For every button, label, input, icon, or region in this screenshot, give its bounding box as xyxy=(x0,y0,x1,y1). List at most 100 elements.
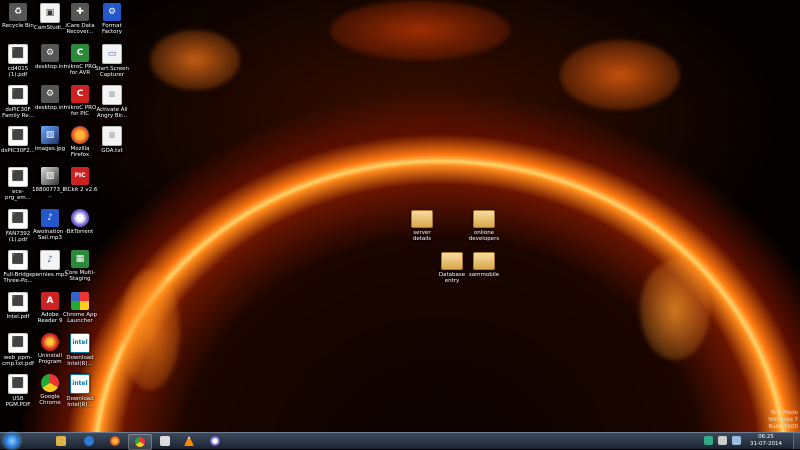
audio-file-icon: ♪ xyxy=(41,209,59,227)
desktop-icon-format-factory[interactable]: ⚙ Format Factory xyxy=(94,3,130,43)
taskbar-unknown-app[interactable] xyxy=(154,434,176,448)
ini-file-icon: ⚙ xyxy=(41,85,59,103)
network-icon[interactable] xyxy=(704,436,713,445)
icon-label: Recycle Bin xyxy=(2,23,34,29)
desktop-icon-fan7392[interactable]: ⬛ FAN7392 (1).pdf xyxy=(0,209,36,249)
clock-date: 31-07-2014 xyxy=(750,440,782,447)
desktop-icon-dspic30f-family[interactable]: ⬛ dsPIC30F Family Re... xyxy=(0,85,36,125)
desktop-icon-download-intel-2[interactable]: intel Download Intel(R)... xyxy=(62,374,98,414)
desktop-icon-mikroc-avr[interactable]: C mikroC PRO for AVR xyxy=(62,44,98,84)
icon-label: USB PGM.PDF xyxy=(5,396,31,408)
folder-server-details[interactable]: server details xyxy=(404,210,440,250)
icon-label: Activate All Angry Bir... xyxy=(96,107,128,119)
folder-icon xyxy=(411,210,433,228)
watermark-line: Build 7600 xyxy=(768,424,798,430)
desktop-icon-bittorrent[interactable]: BitTorrent xyxy=(62,209,98,249)
folder-icon xyxy=(473,252,495,270)
app-icon: ▦ xyxy=(71,250,89,268)
firefox-icon xyxy=(110,436,120,446)
icon-label: mikroC PRO for AVR xyxy=(63,64,97,76)
app-icon xyxy=(160,436,170,446)
desktop-icon-core-multi[interactable]: ▦ Core Multi-Staging xyxy=(62,250,98,290)
folder-onlione-developers[interactable]: onlione developers xyxy=(466,210,502,250)
taskbar: 06:25 31-07-2014 xyxy=(0,432,800,450)
pdf-icon: ⬛ xyxy=(8,209,28,229)
folder-icon xyxy=(441,252,463,270)
desktop-icon-web-ppm[interactable]: ⬛ web_ppm-cmp.txt.pdf xyxy=(0,333,36,373)
icare-icon: ✚ xyxy=(71,3,89,21)
icon-label: Full-Bridge Three-Po... xyxy=(3,272,33,284)
taskbar-firefox[interactable] xyxy=(104,434,126,448)
flag-icon[interactable] xyxy=(718,436,727,445)
desktop-icon-ece-prg[interactable]: ⬛ ece-prg_em... xyxy=(0,167,36,207)
camstudio-icon: ▣ xyxy=(40,3,60,23)
test-mode-watermark: Test Mode Windows 7 Build 7600 xyxy=(750,410,798,431)
recycle-bin-icon: ♻ xyxy=(9,3,27,21)
desktop-icon-dspic30f2[interactable]: ⬛ dsPIC30F2... xyxy=(0,126,36,166)
intel-icon: intel xyxy=(70,374,90,394)
taskbar-media-player[interactable] xyxy=(78,434,100,448)
chrome-icon xyxy=(135,437,145,447)
folder-icon xyxy=(56,436,66,446)
desktop-icon-chrome-app-launcher[interactable]: Chrome App Launcher xyxy=(62,292,98,332)
desktop-icon-screen-capturer[interactable]: ▭ Start Screen Capturer xyxy=(94,44,130,84)
desktop-icon-pickit[interactable]: PIC PICkit 2 v2.6 xyxy=(62,167,98,207)
chrome-icon xyxy=(41,374,59,392)
folder-sammobile[interactable]: sammobile xyxy=(466,252,502,292)
icon-label: Chrome App Launcher xyxy=(62,312,98,324)
desktop-icon-recycle-bin[interactable]: ♻ Recycle Bin xyxy=(0,3,36,43)
taskbar-vlc[interactable] xyxy=(178,434,200,448)
text-file-icon: ≡ xyxy=(102,126,122,146)
icon-label: PICkit 2 v2.6 xyxy=(62,187,98,193)
icon-label: Start Screen Capturer xyxy=(94,66,130,78)
pdf-icon: ⬛ xyxy=(8,250,28,270)
screen-capture-icon: ▭ xyxy=(102,44,122,64)
image-file-icon: ▨ xyxy=(41,167,59,185)
format-factory-icon: ⚙ xyxy=(103,3,121,21)
firefox-icon xyxy=(71,126,89,144)
bittorrent-icon xyxy=(71,209,89,227)
audio-file-icon: ♪ xyxy=(40,250,60,270)
watermark-line: Windows 7 xyxy=(768,417,798,423)
desktop-icon-icare[interactable]: ✚ iCare Data Recover... xyxy=(62,3,98,43)
desktop-icon-usb-pgm[interactable]: ⬛ USB PGM.PDF xyxy=(0,374,36,414)
intel-icon: intel xyxy=(70,333,90,353)
start-button[interactable] xyxy=(4,433,20,449)
desktop-icon-mikroc-pic[interactable]: C mikroC PRO for PIC xyxy=(62,85,98,125)
taskbar-explorer[interactable] xyxy=(50,434,72,448)
icon-label: Mozilla Firefox xyxy=(70,146,90,158)
system-clock[interactable]: 06:25 31-07-2014 xyxy=(746,434,786,447)
desktop-icon-intel-pdf[interactable]: ⬛ Intel.pdf xyxy=(0,292,36,332)
desktop-icon-download-intel-1[interactable]: intel Download Intel(R)... xyxy=(62,333,98,373)
desktop-icon-goa-txt[interactable]: ≡ GOA.txt xyxy=(94,126,130,166)
icon-label: cd4015 (1).pdf xyxy=(7,66,29,78)
watermark-line: Test Mode xyxy=(770,410,798,416)
app-launcher-icon xyxy=(71,292,89,310)
icon-label: dsPIC30F2... xyxy=(0,148,36,154)
icon-label: ece-prg_em... xyxy=(5,189,31,201)
desktop-icon-firefox[interactable]: Mozilla Firefox xyxy=(62,126,98,166)
icon-label: mikroC PRO for PIC xyxy=(63,105,97,117)
icon-label: onlione developers xyxy=(468,230,500,242)
folder-database-entry[interactable]: Database entry xyxy=(434,252,470,292)
mikroc-icon: C xyxy=(71,85,89,103)
desktop-icon-angry-birds-txt[interactable]: ≡ Activate All Angry Bir... xyxy=(94,85,130,125)
desktop-icon-full-bridge[interactable]: ⬛ Full-Bridge Three-Po... xyxy=(0,250,36,290)
icon-label: dsPIC30F Family Re... xyxy=(2,107,34,119)
icon-label: Format Factory xyxy=(101,23,123,35)
show-desktop-button[interactable] xyxy=(793,433,800,449)
pdf-icon: ⬛ xyxy=(8,167,28,187)
icon-label: iCare Data Recover... xyxy=(65,23,95,35)
folder-icon xyxy=(473,210,495,228)
text-file-icon: ≡ xyxy=(102,85,122,105)
desktop-icon-cd4015-pdf[interactable]: ⬛ cd4015 (1).pdf xyxy=(0,44,36,84)
icon-label: server details xyxy=(412,230,432,242)
icon-label: web_ppm-cmp.txt.pdf xyxy=(2,355,34,367)
icon-label: Core Multi-Staging xyxy=(65,270,95,282)
volume-icon[interactable] xyxy=(732,436,741,445)
taskbar-bittorrent[interactable] xyxy=(204,434,226,448)
bittorrent-icon xyxy=(210,436,220,446)
icon-label: Download Intel(R)... xyxy=(66,355,94,367)
icon-label: Intel.pdf xyxy=(6,314,30,320)
adobe-reader-icon: A xyxy=(41,292,59,310)
